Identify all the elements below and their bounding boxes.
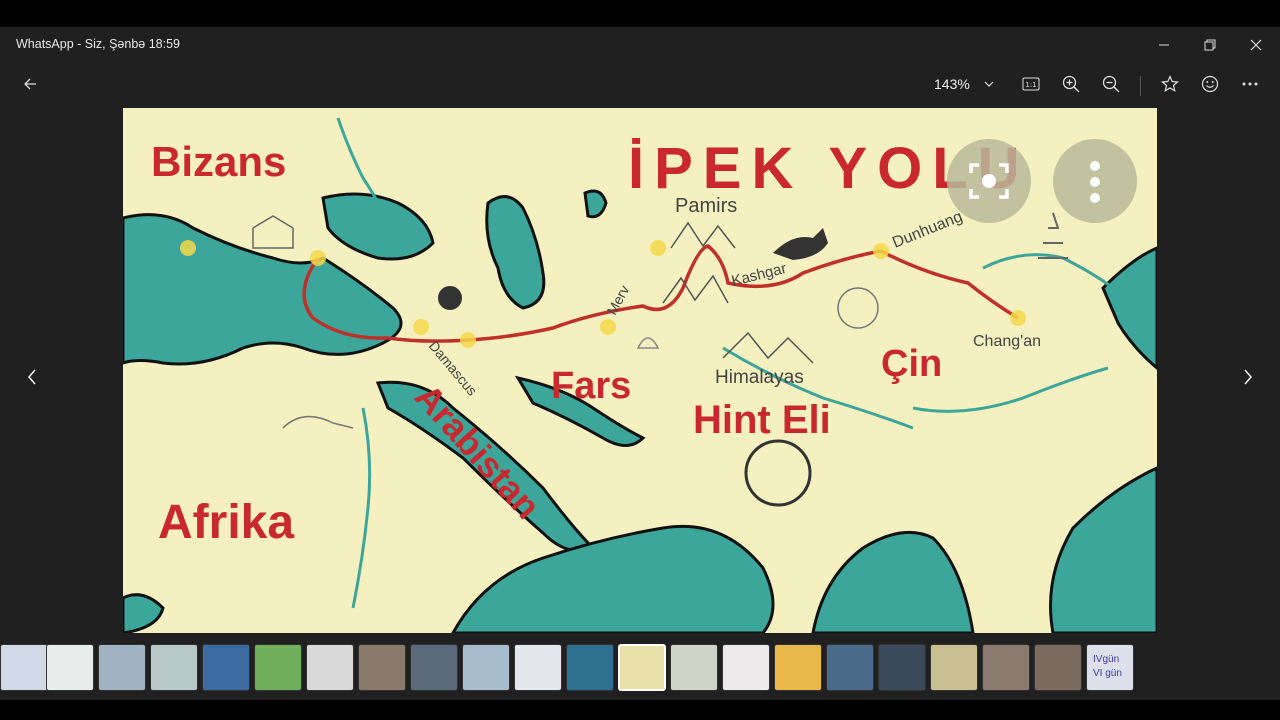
actual-size-button[interactable]: 1:1 — [1015, 68, 1047, 100]
thumbnail[interactable]: IVgün VI gün — [1086, 644, 1134, 691]
silk-road-map: İPEK YOLU Bizans Afrika Arabistan Fars H… — [123, 108, 1157, 633]
minimize-button[interactable] — [1141, 27, 1187, 62]
thumbnail[interactable] — [202, 644, 250, 691]
label-hint-eli: Hint Eli — [693, 398, 831, 442]
screen-bottom-border — [0, 700, 1280, 720]
zoom-dropdown[interactable]: 143% — [926, 68, 1006, 100]
close-button[interactable] — [1233, 27, 1279, 62]
label-afrika: Afrika — [158, 496, 294, 549]
kebab-icon — [1090, 161, 1100, 203]
aral-sea — [583, 189, 608, 219]
label-himalayas: Himalayas — [715, 367, 804, 388]
label-pamirs: Pamirs — [675, 195, 737, 217]
thumbnail[interactable] — [514, 644, 562, 691]
toolbar-separator — [1140, 76, 1141, 96]
thumbnail[interactable] — [722, 644, 770, 691]
thumbnail[interactable] — [566, 644, 614, 691]
thumbnail[interactable] — [878, 644, 926, 691]
route-stop — [873, 243, 889, 259]
more-options-button[interactable] — [1234, 68, 1266, 100]
restore-icon — [1204, 39, 1216, 50]
window-title: WhatsApp - Siz, Şənbə 18:59 — [16, 37, 180, 51]
thumbnail-selected[interactable] — [618, 644, 666, 691]
image-canvas: İPEK YOLU Bizans Afrika Arabistan Fars H… — [123, 108, 1157, 633]
zoom-in-icon — [1062, 75, 1080, 93]
thumbnail[interactable] — [150, 644, 198, 691]
previous-image-button[interactable] — [22, 362, 42, 392]
prev-arrow-icon — [27, 369, 36, 385]
close-icon — [1250, 39, 1262, 50]
thumbnail[interactable] — [410, 644, 458, 691]
thumbnail[interactable] — [306, 644, 354, 691]
helmet-illustration — [438, 286, 462, 310]
label-cin: Çin — [881, 343, 942, 385]
svg-text:1:1: 1:1 — [1025, 81, 1036, 89]
zoom-out-button[interactable] — [1095, 68, 1127, 100]
route-stop — [1010, 310, 1026, 326]
zoom-value: 143% — [934, 76, 970, 92]
star-icon — [1161, 75, 1179, 93]
viewer-toolbar: 143% 1:1 — [0, 62, 1280, 107]
image-more-button[interactable] — [1053, 139, 1137, 223]
photo-viewer-window: WhatsApp - Siz, Şənbə 18:59 143% 1:1 İPE… — [0, 27, 1280, 700]
react-button[interactable] — [1194, 68, 1226, 100]
label-fars: Fars — [551, 365, 631, 407]
thumbnail[interactable] — [46, 644, 94, 691]
thumbnail-strip: IVgün VI gün — [0, 642, 1280, 694]
thumbnail[interactable] — [0, 644, 48, 691]
more-icon — [1242, 82, 1258, 86]
route-stop — [600, 319, 616, 335]
title-bar: WhatsApp - Siz, Şənbə 18:59 — [0, 27, 1280, 62]
screen-top-border — [0, 0, 1280, 27]
thumbnail-text-line2: VI gün — [1093, 668, 1122, 679]
actual-size-icon: 1:1 — [1022, 77, 1040, 91]
zoom-out-icon — [1102, 75, 1120, 93]
thumbnail[interactable] — [826, 644, 874, 691]
route-stop — [460, 332, 476, 348]
back-button[interactable] — [14, 68, 46, 100]
lens-button[interactable] — [947, 139, 1031, 223]
thumbnail[interactable] — [254, 644, 302, 691]
zoom-in-button[interactable] — [1055, 68, 1087, 100]
back-arrow-icon — [24, 78, 36, 90]
label-bizans: Bizans — [151, 138, 286, 185]
thumbnail[interactable] — [1034, 644, 1082, 691]
thumbnail[interactable] — [462, 644, 510, 691]
favorite-button[interactable] — [1154, 68, 1186, 100]
thumbnail[interactable] — [930, 644, 978, 691]
thumbnail[interactable] — [98, 644, 146, 691]
route-stop — [180, 240, 196, 256]
route-stop — [650, 240, 666, 256]
next-image-button[interactable] — [1238, 362, 1258, 392]
restore-button[interactable] — [1187, 27, 1233, 62]
next-arrow-icon — [1244, 369, 1253, 385]
label-changan: Chang'an — [973, 333, 1041, 350]
chevron-down-icon — [984, 81, 994, 87]
minimize-icon — [1159, 44, 1169, 45]
thumbnail[interactable] — [358, 644, 406, 691]
route-stop — [310, 250, 326, 266]
thumbnail[interactable] — [982, 644, 1030, 691]
thumbnail[interactable] — [774, 644, 822, 691]
route-stop — [413, 319, 429, 335]
thumbnail[interactable] — [670, 644, 718, 691]
thumbnail-text-line1: IVgün — [1093, 654, 1120, 665]
smiley-icon — [1201, 75, 1219, 93]
